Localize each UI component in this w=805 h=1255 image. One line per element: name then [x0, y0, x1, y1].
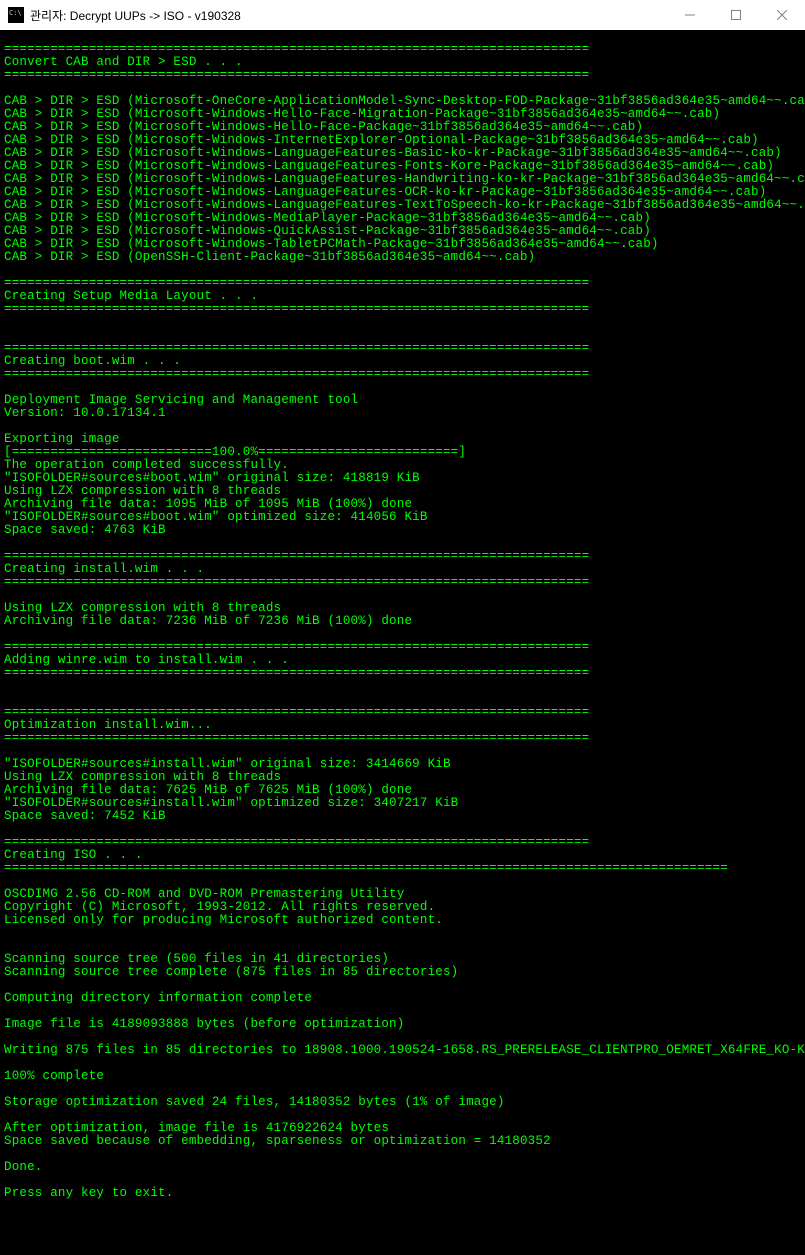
output-line: Space saved because of embedding, sparse… [4, 1135, 801, 1148]
window-controls [667, 0, 805, 30]
output-line [4, 1148, 801, 1161]
output-line: Archiving file data: 7236 MiB of 7236 Mi… [4, 615, 801, 628]
close-icon [777, 10, 787, 20]
window-title: 관리자: Decrypt UUPs -> ISO - v190328 [30, 7, 667, 24]
window: 관리자: Decrypt UUPs -> ISO - v190328 =====… [0, 0, 805, 1255]
divider: ========================================… [4, 862, 801, 875]
divider: ========================================… [4, 69, 801, 82]
close-button[interactable] [759, 0, 805, 30]
divider: ========================================… [4, 732, 801, 745]
minimize-button[interactable] [667, 0, 713, 30]
divider: ========================================… [4, 576, 801, 589]
divider: ========================================… [4, 368, 801, 381]
cmd-icon [8, 7, 24, 23]
output-line: Licensed only for producing Microsoft au… [4, 914, 801, 927]
output-line: Press any key to exit. [4, 1187, 801, 1200]
output-line [4, 927, 801, 940]
output-line: Space saved: 7452 KiB [4, 810, 801, 823]
output-line: Space saved: 4763 KiB [4, 524, 801, 537]
minimize-icon [685, 10, 695, 20]
output-line: 100% complete [4, 1070, 801, 1083]
divider: ========================================… [4, 667, 801, 680]
output-line [4, 420, 801, 433]
cab-line: CAB > DIR > ESD (OpenSSH-Client-Package~… [4, 251, 801, 264]
output-line: Version: 10.0.17134.1 [4, 407, 801, 420]
output-line: Scanning source tree complete (875 files… [4, 966, 801, 979]
output-line: Done. [4, 1161, 801, 1174]
terminal-output[interactable]: ========================================… [0, 30, 805, 1255]
output-line: Storage optimization saved 24 files, 141… [4, 1096, 801, 1109]
maximize-icon [731, 10, 741, 20]
output-line [4, 316, 801, 329]
output-line [4, 680, 801, 693]
output-line: Image file is 4189093888 bytes (before o… [4, 1018, 801, 1031]
output-line: Computing directory information complete [4, 992, 801, 1005]
output-line [4, 1057, 801, 1070]
titlebar[interactable]: 관리자: Decrypt UUPs -> ISO - v190328 [0, 0, 805, 30]
output-line: Writing 875 files in 85 directories to 1… [4, 1044, 801, 1057]
divider: ========================================… [4, 303, 801, 316]
maximize-button[interactable] [713, 0, 759, 30]
